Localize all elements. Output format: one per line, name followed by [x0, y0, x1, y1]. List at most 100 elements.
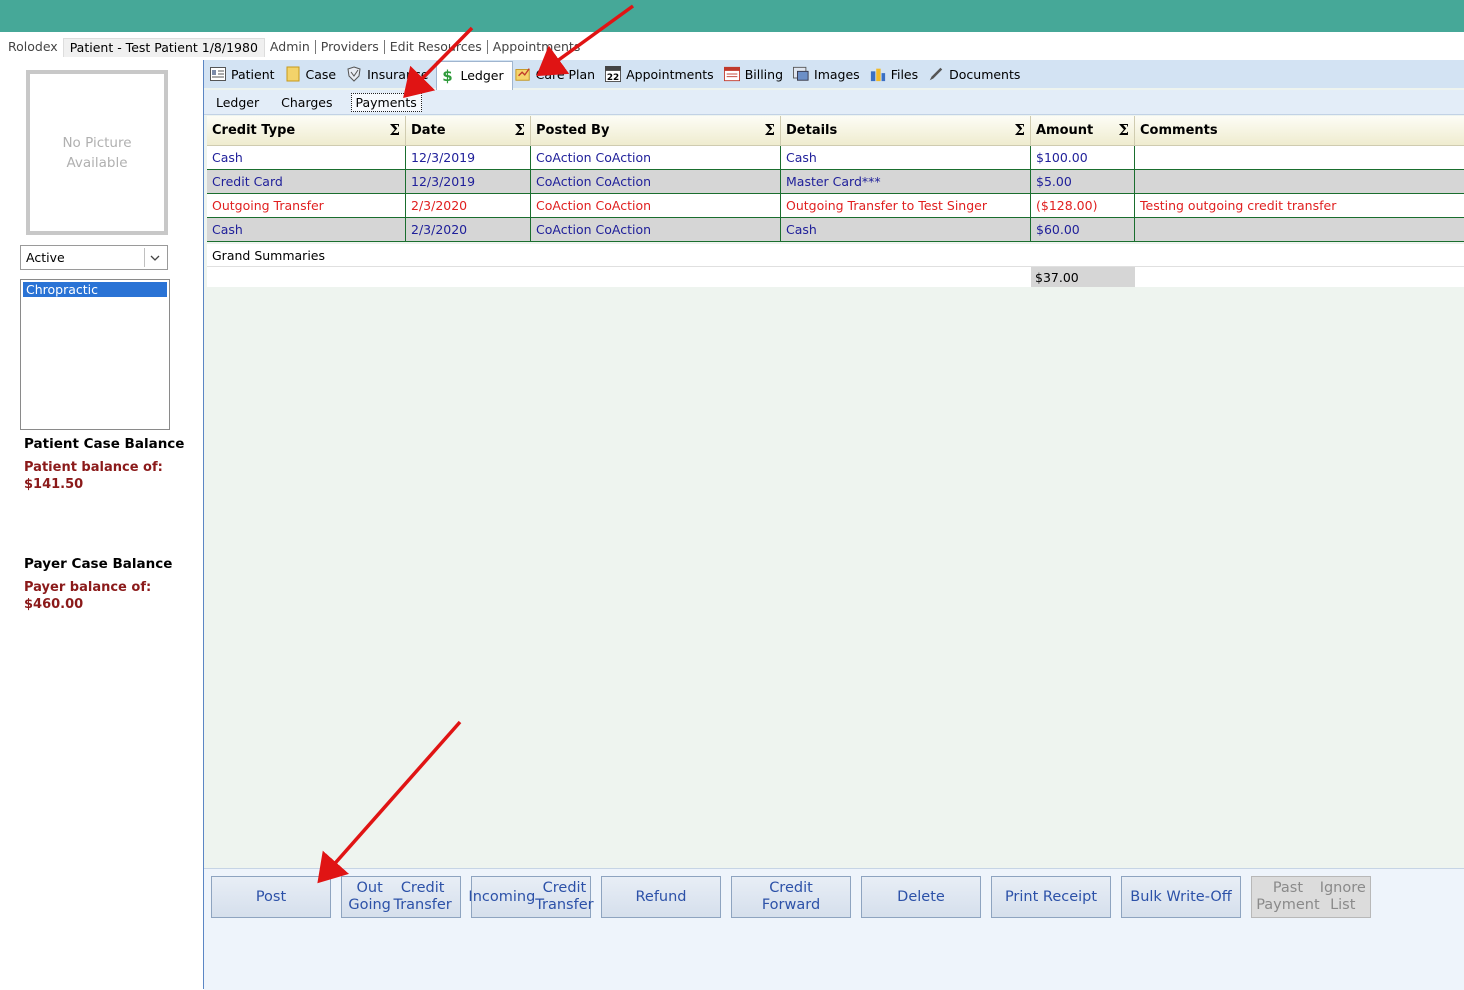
calendar-icon: 22 [605, 66, 622, 83]
column-header-posted-by[interactable]: Posted By Σ [531, 116, 781, 145]
sigma-icon[interactable]: Σ [514, 121, 525, 139]
incoming-credit-transfer-button[interactable]: Incoming Credit Transfer [468, 876, 594, 918]
sigma-icon[interactable]: Σ [764, 121, 775, 139]
tab-appointments[interactable]: 22 Appointments [603, 62, 722, 86]
tab-documents[interactable]: Documents [926, 62, 1028, 86]
subtab-charges[interactable]: Charges [277, 94, 336, 111]
grand-summaries-label: Grand Summaries [207, 244, 1464, 267]
bulk-write-off-button[interactable]: Bulk Write-Off [1121, 876, 1241, 918]
sigma-icon[interactable]: Σ [1118, 121, 1129, 139]
tab-files[interactable]: Files [868, 62, 926, 86]
cell-credit-type: Cash [207, 218, 406, 242]
photo-placeholder-line1: No Picture [62, 134, 132, 151]
credit-forward-button[interactable]: Credit Forward [731, 876, 851, 918]
cell-details: Cash [781, 218, 1031, 242]
tab-label: Ledger [460, 68, 504, 83]
cell-details: Outgoing Transfer to Test Singer [781, 194, 1031, 218]
cell-comments [1135, 218, 1464, 242]
cell-comments [1135, 170, 1464, 194]
column-header-date[interactable]: Date Σ [406, 116, 531, 145]
tab-insurance[interactable]: Insurance [344, 62, 436, 86]
patient-photo[interactable]: No Picture Available [26, 70, 168, 235]
main-content: Patient Case Insurance $ Ledger Care Pla… [203, 60, 1464, 990]
case-list-item[interactable]: Chropractic [23, 282, 167, 297]
delete-button[interactable]: Delete [861, 876, 981, 918]
menu-admin[interactable]: Admin [265, 40, 316, 54]
ledger-subtabs: Ledger Charges Payments [204, 90, 1464, 115]
table-row[interactable]: Cash 2/3/2020 CoAction CoAction Cash $60… [207, 218, 1464, 242]
menu-appointments[interactable]: Appointments [488, 40, 586, 54]
tab-label: Patient [231, 66, 275, 82]
tab-care-plan[interactable]: Care Plan [513, 62, 604, 86]
tab-label: Appointments [626, 66, 714, 82]
print-receipt-button[interactable]: Print Receipt [991, 876, 1111, 918]
tab-case[interactable]: Case [283, 62, 345, 86]
cell-comments: Testing outgoing credit transfer [1135, 194, 1464, 218]
patient-balance-label: Patient balance of: [24, 460, 163, 475]
table-row[interactable]: Cash 12/3/2019 CoAction CoAction Cash $1… [207, 146, 1464, 170]
tab-ledger[interactable]: $ Ledger [436, 60, 513, 90]
tab-label: Case [305, 66, 337, 82]
patient-balance-value: $141.50 [24, 477, 84, 492]
past-payment-ignore-list-button[interactable]: Past Payment Ignore List [1251, 876, 1371, 918]
photo-placeholder-line2: Available [66, 154, 128, 171]
cell-amount: $60.00 [1031, 218, 1135, 242]
tab-billing[interactable]: Billing [722, 62, 791, 86]
dollar-icon: $ [442, 66, 453, 85]
images-icon [793, 66, 809, 82]
cell-posted-by: CoAction CoAction [531, 218, 781, 242]
table-row[interactable]: Credit Card 12/3/2019 CoAction CoAction … [207, 170, 1464, 194]
column-header-credit-type[interactable]: Credit Type Σ [207, 116, 406, 145]
cell-date: 2/3/2020 [406, 194, 531, 218]
tab-label: Images [814, 66, 860, 82]
subtab-ledger[interactable]: Ledger [212, 94, 263, 111]
cell-posted-by: CoAction CoAction [531, 194, 781, 218]
payer-balance-title: Payer Case Balance [24, 556, 173, 572]
sigma-icon[interactable]: Σ [1014, 121, 1025, 139]
cell-date: 2/3/2020 [406, 218, 531, 242]
app-title-bar [0, 0, 1464, 32]
tab-patient[interactable]: Patient [208, 62, 283, 86]
billing-icon [723, 66, 740, 82]
menu-patient[interactable]: Patient - Test Patient 1/8/1980 [62, 37, 265, 57]
pen-icon [928, 66, 944, 82]
files-icon [870, 66, 886, 82]
grand-total-amount: $37.00 [1031, 267, 1135, 287]
id-card-icon [210, 66, 226, 82]
column-header-comments[interactable]: Comments [1135, 116, 1464, 145]
column-header-details[interactable]: Details Σ [781, 116, 1031, 145]
post-button[interactable]: Post [211, 876, 331, 918]
cell-date: 12/3/2019 [406, 146, 531, 170]
cell-details: Master Card*** [781, 170, 1031, 194]
cell-posted-by: CoAction CoAction [531, 146, 781, 170]
menu-edit-resources[interactable]: Edit Resources [385, 40, 488, 54]
payer-balance-label: Payer balance of: [24, 580, 152, 595]
menu-providers[interactable]: Providers [316, 40, 385, 54]
cell-posted-by: CoAction CoAction [531, 170, 781, 194]
tab-images[interactable]: Images [791, 62, 868, 86]
refund-button[interactable]: Refund [601, 876, 721, 918]
cell-details: Cash [781, 146, 1031, 170]
outgoing-credit-transfer-button[interactable]: Out Going Credit Transfer [341, 876, 461, 918]
chevron-down-icon[interactable] [144, 248, 165, 267]
menu-rolodex[interactable]: Rolodex [0, 40, 63, 54]
care-plan-icon [515, 66, 531, 82]
case-status-select[interactable]: Active [20, 245, 168, 270]
tab-label: Care Plan [535, 66, 596, 82]
patient-balance-title: Patient Case Balance [24, 436, 185, 452]
subtab-payments[interactable]: Payments [350, 92, 422, 112]
top-menu: Rolodex Patient - Test Patient 1/8/1980 … [0, 36, 1464, 58]
case-status-value: Active [26, 250, 65, 265]
table-row[interactable]: Outgoing Transfer 2/3/2020 CoAction CoAc… [207, 194, 1464, 218]
cell-comments [1135, 146, 1464, 170]
sigma-icon[interactable]: Σ [389, 121, 400, 139]
tab-bar: Patient Case Insurance $ Ledger Care Pla… [204, 60, 1464, 90]
svg-text:22: 22 [607, 73, 619, 83]
tab-label: Documents [949, 66, 1021, 82]
case-list[interactable]: Chropractic [20, 279, 170, 430]
payer-balance-value: $460.00 [24, 597, 84, 612]
cell-amount: $5.00 [1031, 170, 1135, 194]
folder-icon [285, 66, 301, 82]
grand-summary-row: $37.00 [207, 267, 1464, 287]
column-header-amount[interactable]: Amount Σ [1031, 116, 1135, 145]
